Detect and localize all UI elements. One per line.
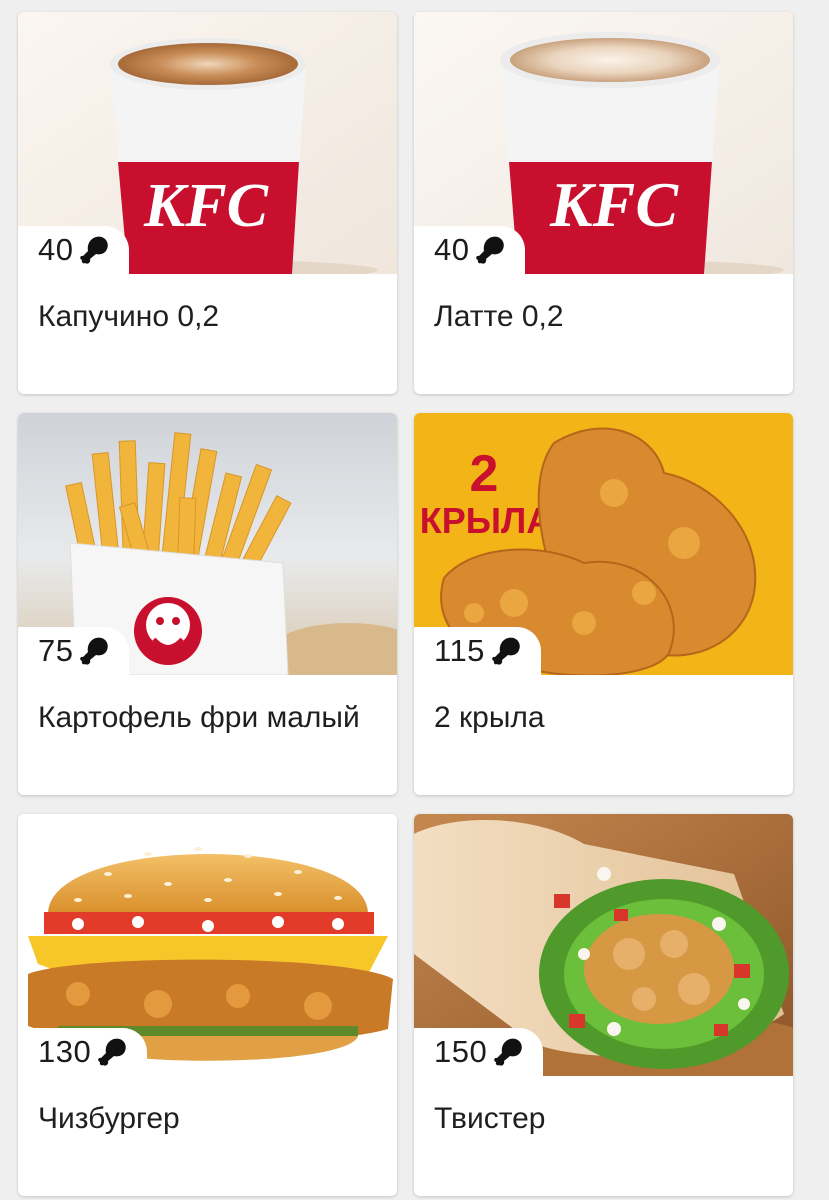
product-card-fries[interactable]: 75 Картофель фри малый — [18, 413, 397, 795]
drumstick-icon — [80, 637, 109, 665]
drumstick-icon — [476, 236, 505, 264]
product-image-twister: 150 — [414, 814, 793, 1076]
drumstick-icon — [80, 236, 109, 264]
price-value: 75 — [38, 633, 74, 668]
product-image-cheeseburger: 130 — [18, 814, 397, 1076]
price-value: 115 — [434, 633, 485, 668]
price-badge: 75 — [18, 627, 130, 675]
product-image-wings: 2 КРЫЛА 115 — [414, 413, 793, 675]
product-image-latte: KFC 40 — [414, 12, 793, 274]
product-card-cheeseburger[interactable]: 130 Чизбургер — [18, 814, 397, 1196]
drumstick-icon — [98, 1038, 127, 1066]
price-badge: 115 — [414, 627, 541, 675]
product-card-latte[interactable]: KFC 40 Латте 0,2 — [414, 12, 793, 394]
drumstick-icon — [492, 637, 520, 665]
price-value: 40 — [38, 232, 74, 267]
product-title: Чизбургер — [38, 1102, 180, 1135]
product-title: Капучино 0,2 — [38, 300, 220, 333]
kfc-logo: KFC — [143, 172, 269, 240]
price-value: 40 — [434, 232, 470, 267]
drumstick-icon — [494, 1038, 523, 1066]
kfc-logo: KFC — [549, 169, 679, 240]
product-card-wings[interactable]: 2 КРЫЛА 115 2 крыла — [414, 413, 793, 795]
image-caption-word: КРЫЛА — [420, 500, 553, 541]
product-image-cappuccino: KFC 40 — [18, 12, 397, 274]
product-image-fries: 75 — [18, 413, 397, 675]
price-badge: 130 — [18, 1028, 148, 1076]
price-badge: 40 — [414, 226, 526, 274]
price-value: 150 — [434, 1034, 488, 1069]
product-card-twister[interactable]: 150 Твистер — [414, 814, 793, 1196]
product-title: Картофель фри малый — [38, 701, 360, 734]
price-badge: 150 — [414, 1028, 544, 1076]
product-card-cappuccino[interactable]: KFC 40 Капучино 0,2 — [18, 12, 397, 394]
image-caption-number: 2 — [470, 445, 499, 503]
product-title: 2 крыла — [434, 701, 545, 734]
product-title: Латте 0,2 — [434, 300, 564, 333]
price-value: 130 — [38, 1034, 92, 1069]
price-badge: 40 — [18, 226, 130, 274]
product-title: Твистер — [434, 1102, 546, 1135]
